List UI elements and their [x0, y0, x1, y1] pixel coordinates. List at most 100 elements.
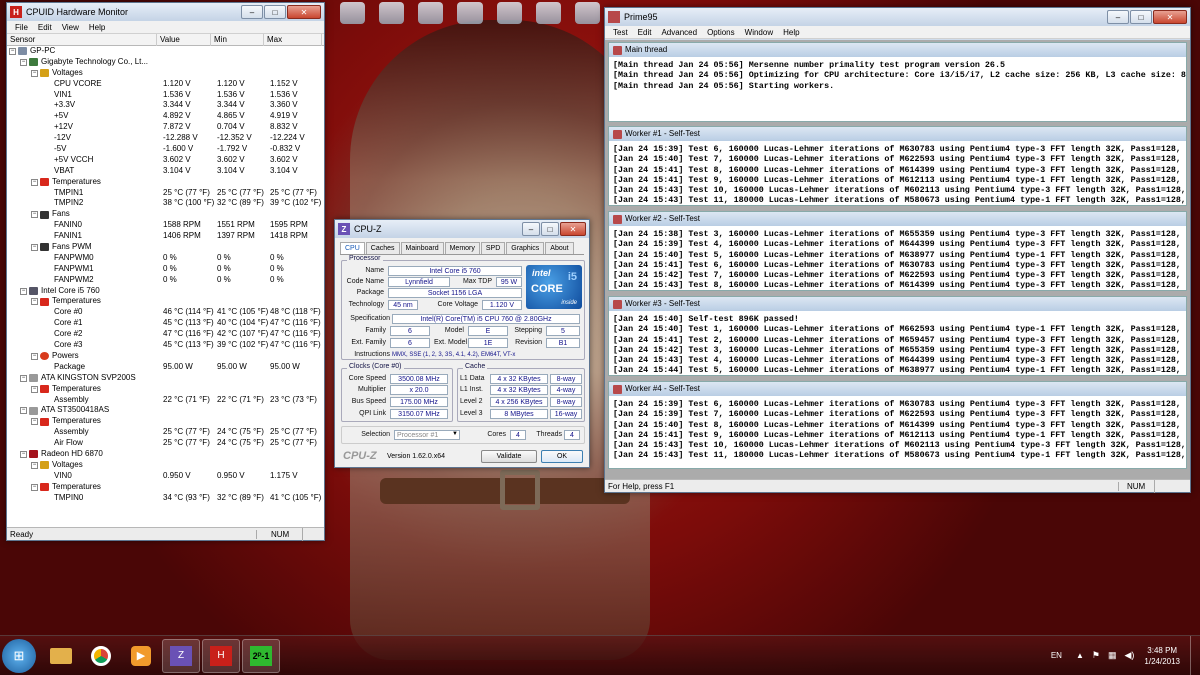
desktop-icon[interactable]: [418, 2, 444, 24]
sensor-group-row[interactable]: − Powers: [7, 351, 324, 362]
sensor-group-row[interactable]: − Intel Core i5 760: [7, 286, 324, 297]
maximize-button[interactable]: □: [1130, 10, 1152, 24]
desktop-icon[interactable]: [496, 2, 522, 24]
collapse-toggle-icon[interactable]: −: [9, 47, 16, 55]
sensor-row[interactable]: -5V -1.600 V -1.792 V -0.832 V: [7, 144, 324, 155]
sensor-group-row[interactable]: − Temperatures: [7, 296, 324, 307]
sensor-row[interactable]: TMPIN1 25 °C (77 °F) 25 °C (77 °F) 25 °C (7…: [7, 188, 324, 199]
menu-help[interactable]: Help: [84, 23, 110, 32]
sensor-row[interactable]: Air Flow 25 °C (77 °F) 24 °C (75 °F) 25 °C …: [7, 438, 324, 449]
collapse-toggle-icon[interactable]: −: [31, 483, 38, 491]
sensor-group-row[interactable]: − Voltages: [7, 68, 324, 79]
language-indicator[interactable]: EN: [1051, 651, 1062, 660]
sensor-group-row[interactable]: − Gigabyte Technology Co., Lt...: [7, 57, 324, 68]
clock[interactable]: 3:48 PM 1/24/2013: [1144, 645, 1180, 667]
menu-edit[interactable]: Edit: [33, 23, 57, 32]
sensor-row[interactable]: Core #3 45 °C (113 °F) 39 °C (102 °F) 47 °C…: [7, 340, 324, 351]
tab-graphics[interactable]: Graphics: [506, 242, 545, 254]
menu-edit[interactable]: Edit: [633, 28, 657, 37]
sensor-group-row[interactable]: − ATA ST3500418AS: [7, 405, 324, 416]
collapse-toggle-icon[interactable]: −: [31, 211, 38, 219]
menu-file[interactable]: File: [10, 23, 33, 32]
tab-spd[interactable]: SPD: [480, 242, 506, 254]
sensor-row[interactable]: Assembly 25 °C (77 °F) 24 °C (75 °F) 25 °C …: [7, 427, 324, 438]
sensor-row[interactable]: CPU VCORE 1.120 V 1.120 V 1.152 V: [7, 79, 324, 90]
sensor-row[interactable]: FANPWM0 0 % 0 % 0 %: [7, 253, 324, 264]
start-button[interactable]: ⊞: [2, 638, 36, 673]
pane-titlebar[interactable]: Worker #3 - Self-Test: [609, 297, 1186, 311]
prime95-titlebar[interactable]: Prime95 – □ ✕: [605, 8, 1190, 26]
collapse-toggle-icon[interactable]: −: [31, 385, 38, 393]
menu-view[interactable]: View: [57, 23, 84, 32]
sensor-row[interactable]: VIN0 0.950 V 0.950 V 1.175 V: [7, 471, 324, 482]
sensor-row[interactable]: FANIN1 1406 RPM 1397 RPM 1418 RPM: [7, 231, 324, 242]
prime95-pane[interactable]: Worker #2 - Self-Test [Jan 24 15:38] Test…: [608, 211, 1187, 291]
prime95-pane[interactable]: Worker #1 - Self-Test [Jan 24 15:39] Test…: [608, 126, 1187, 206]
taskbar-prime95[interactable]: 2ᴾ-1: [242, 638, 280, 673]
sensor-row[interactable]: FANPWM1 0 % 0 % 0 %: [7, 264, 324, 275]
collapse-toggle-icon[interactable]: −: [20, 450, 27, 458]
menu-options[interactable]: Options: [702, 28, 740, 37]
sensor-group-row[interactable]: − Temperatures: [7, 416, 324, 427]
desktop-icon[interactable]: [535, 2, 561, 24]
column-header-max[interactable]: Max: [264, 33, 322, 46]
network-icon[interactable]: ▦: [1108, 650, 1117, 661]
minimize-button[interactable]: –: [1107, 10, 1129, 24]
column-header-value[interactable]: Value: [157, 33, 211, 46]
collapse-toggle-icon[interactable]: −: [20, 287, 27, 295]
sensor-group-row[interactable]: − Temperatures: [7, 482, 324, 493]
collapse-toggle-icon[interactable]: −: [31, 461, 38, 469]
sensor-row[interactable]: FANIN0 1588 RPM 1551 RPM 1595 RPM: [7, 220, 324, 231]
close-button[interactable]: ✕: [560, 222, 586, 236]
validate-button[interactable]: Validate: [481, 450, 537, 463]
desktop-icon[interactable]: [340, 2, 366, 24]
tab-caches[interactable]: Caches: [365, 242, 400, 254]
close-button[interactable]: ✕: [1153, 10, 1187, 24]
menu-window[interactable]: Window: [740, 28, 778, 37]
taskbar-explorer[interactable]: [42, 639, 80, 673]
collapse-toggle-icon[interactable]: −: [31, 352, 38, 360]
collapse-toggle-icon[interactable]: −: [20, 58, 27, 66]
close-button[interactable]: ✕: [287, 5, 321, 19]
processor-select[interactable]: Processor #1: [394, 430, 460, 440]
ok-button[interactable]: OK: [541, 450, 583, 463]
taskbar-hwmonitor[interactable]: H: [202, 638, 240, 673]
sensor-row[interactable]: +5V 4.892 V 4.865 V 4.919 V: [7, 111, 324, 122]
tab-mainboard[interactable]: Mainboard: [400, 242, 444, 254]
menu-advanced[interactable]: Advanced: [656, 28, 702, 37]
desktop-icon[interactable]: [457, 2, 483, 24]
minimize-button[interactable]: –: [241, 5, 263, 19]
column-header-sensor[interactable]: Sensor: [7, 33, 157, 46]
volume-icon[interactable]: ◀): [1124, 650, 1134, 661]
maximize-button[interactable]: □: [541, 222, 559, 236]
collapse-toggle-icon[interactable]: −: [31, 69, 38, 77]
menu-help[interactable]: Help: [778, 28, 804, 37]
maximize-button[interactable]: □: [264, 5, 286, 19]
prime95-pane[interactable]: Main thread [Main thread Jan 24 05:56] Me…: [608, 42, 1187, 122]
sensor-group-row[interactable]: − Temperatures: [7, 384, 324, 395]
pane-titlebar[interactable]: Main thread: [609, 43, 1186, 57]
desktop-icon[interactable]: [574, 2, 600, 24]
sensor-group-row[interactable]: − Fans PWM: [7, 242, 324, 253]
tray-expand-icon[interactable]: ▲: [1076, 651, 1084, 660]
sensor-row[interactable]: TMPIN2 38 °C (100 °F) 32 °C (89 °F) 39 °C (…: [7, 198, 324, 209]
tab-memory[interactable]: Memory: [444, 242, 480, 254]
sensor-group-row[interactable]: − Radeon HD 6870: [7, 449, 324, 460]
desktop-icon[interactable]: [379, 2, 405, 24]
sensor-row[interactable]: VBAT 3.104 V 3.104 V 3.104 V: [7, 166, 324, 177]
tab-cpu[interactable]: CPU: [340, 242, 365, 254]
sensor-group-row[interactable]: − Fans: [7, 209, 324, 220]
sensor-row[interactable]: FANPWM2 0 % 0 % 0 %: [7, 275, 324, 286]
show-desktop-button[interactable]: [1190, 635, 1200, 675]
collapse-toggle-icon[interactable]: −: [31, 243, 38, 251]
sensor-row[interactable]: Package 95.00 W 95.00 W 95.00 W: [7, 362, 324, 373]
sensor-row[interactable]: Assembly 22 °C (71 °F) 22 °C (71 °F) 23 °C …: [7, 395, 324, 406]
sensor-row[interactable]: +5V VCCH 3.602 V 3.602 V 3.602 V: [7, 155, 324, 166]
sensor-group-row[interactable]: − ATA KINGSTON SVP200S: [7, 373, 324, 384]
sensor-group-row[interactable]: − Temperatures: [7, 177, 324, 188]
collapse-toggle-icon[interactable]: −: [31, 178, 38, 186]
collapse-toggle-icon[interactable]: −: [20, 407, 27, 415]
taskbar-media-player[interactable]: ▶: [122, 639, 160, 673]
sensor-group-row[interactable]: − Voltages: [7, 460, 324, 471]
pane-titlebar[interactable]: Worker #4 - Self-Test: [609, 382, 1186, 396]
